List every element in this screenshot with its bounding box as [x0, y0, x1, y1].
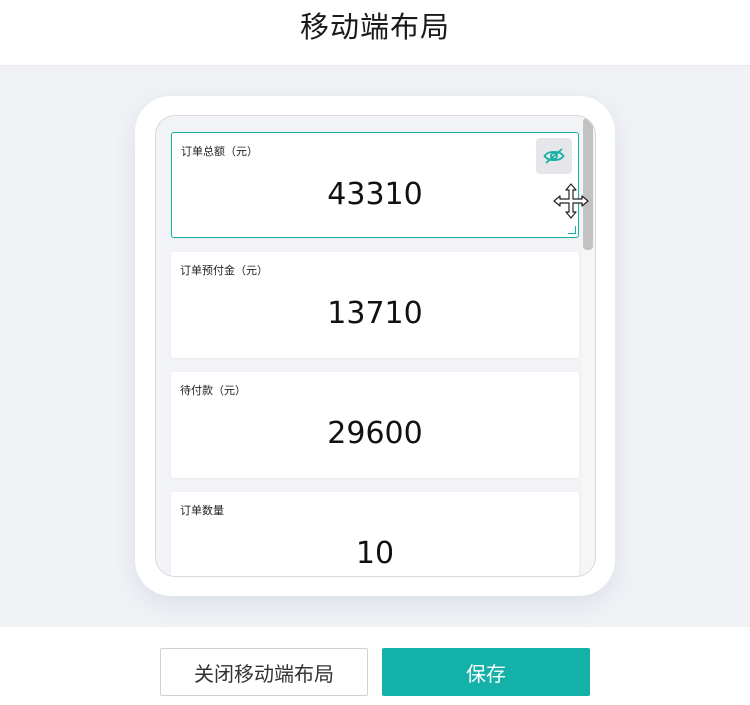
phone-screen[interactable]: 订单总额（元） 43310 订单预付金（元） 13710 待付款（元） 2960…	[155, 115, 596, 577]
card-order-total[interactable]: 订单总额（元） 43310	[171, 132, 579, 238]
card-order-count[interactable]: 订单数量 10	[171, 492, 579, 576]
eye-off-icon	[543, 148, 565, 164]
hide-card-button[interactable]	[536, 138, 572, 174]
card-label: 订单预付金（元）	[180, 264, 268, 277]
resize-handle[interactable]	[568, 226, 576, 234]
move-icon	[553, 183, 589, 219]
card-value: 29600	[327, 416, 423, 451]
card-label: 订单总额（元）	[181, 145, 258, 158]
preview-stage: 订单总额（元） 43310 订单预付金（元） 13710 待付款（元） 2960…	[0, 66, 750, 627]
page-title: 移动端布局	[299, 10, 450, 44]
card-label: 待付款（元）	[180, 384, 246, 397]
page-header: 移动端布局	[0, 0, 750, 66]
card-pending-payment[interactable]: 待付款（元） 29600	[171, 372, 579, 478]
card-order-prepayment[interactable]: 订单预付金（元） 13710	[171, 252, 579, 358]
card-label: 订单数量	[180, 504, 224, 517]
card-value: 10	[355, 536, 395, 571]
card-value: 13710	[327, 296, 423, 331]
phone-frame: 订单总额（元） 43310 订单预付金（元） 13710 待付款（元） 2960…	[135, 96, 615, 596]
footer-bar: 关闭移动端布局 保存	[0, 627, 750, 705]
card-value: 43310	[327, 177, 423, 212]
close-mobile-layout-button[interactable]: 关闭移动端布局	[160, 648, 368, 696]
save-button[interactable]: 保存	[382, 648, 590, 696]
